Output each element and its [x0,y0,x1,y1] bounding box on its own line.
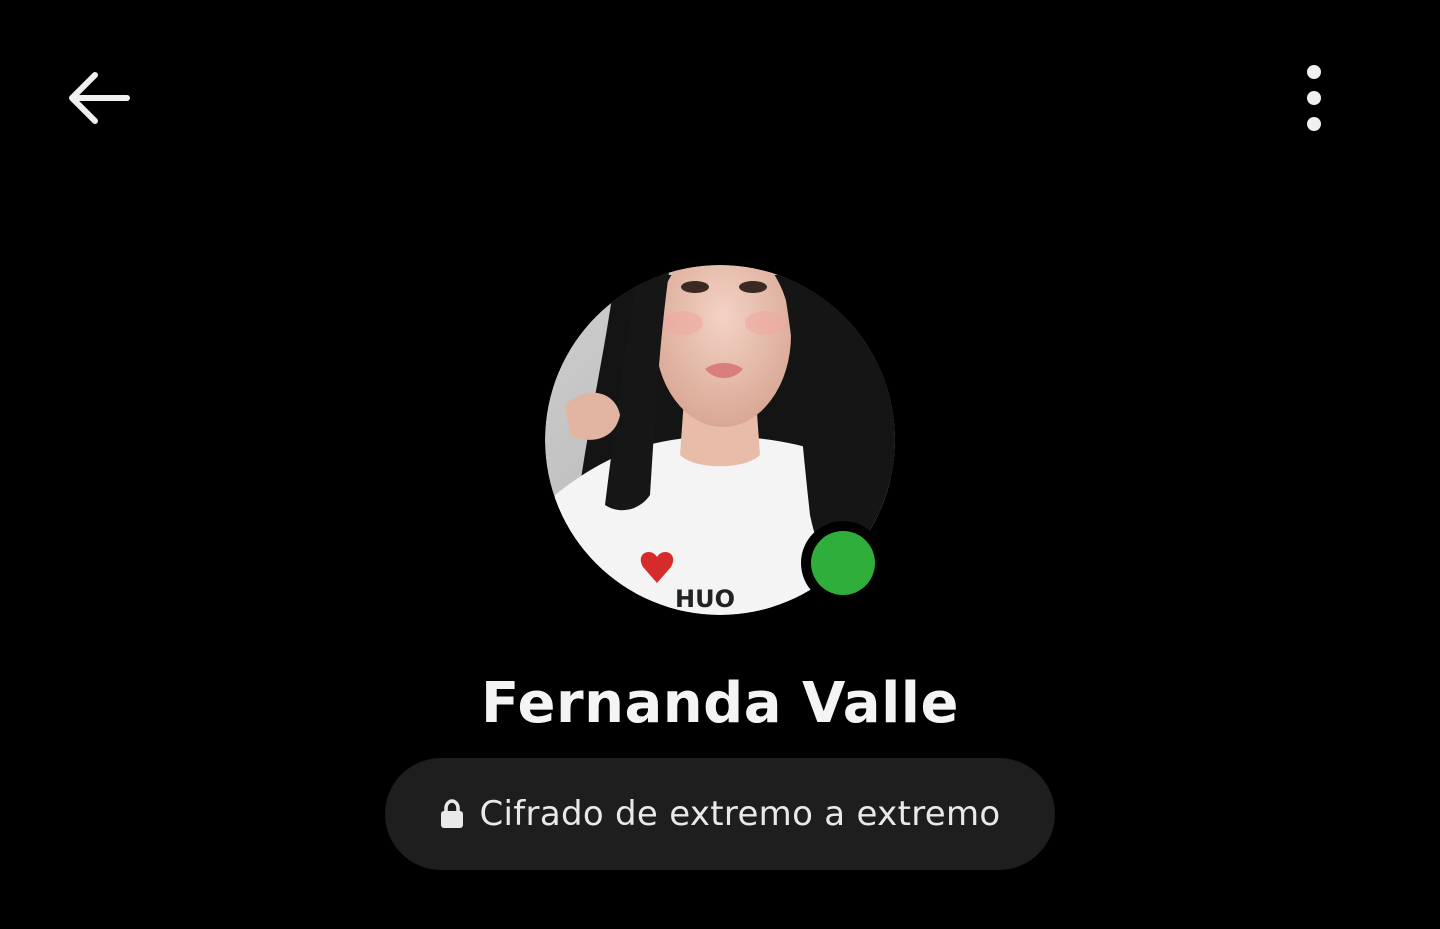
svg-text:HUO: HUO [675,585,735,613]
encryption-label: Cifrado de extremo a extremo [479,794,1001,834]
contact-info-screen: HUO Fernanda Valle Cifrado de extremo a … [0,0,1440,929]
contact-name: Fernanda Valle [481,671,959,736]
online-status-dot [811,531,875,595]
back-button[interactable] [56,58,140,138]
arrow-left-icon [69,72,130,124]
more-options-button[interactable] [1284,58,1344,138]
more-vertical-icon [1307,65,1321,131]
avatar-container[interactable]: HUO [545,265,895,615]
presence-indicator [801,521,885,605]
encryption-info-button[interactable]: Cifrado de extremo a extremo [385,758,1055,870]
lock-icon [439,798,465,830]
